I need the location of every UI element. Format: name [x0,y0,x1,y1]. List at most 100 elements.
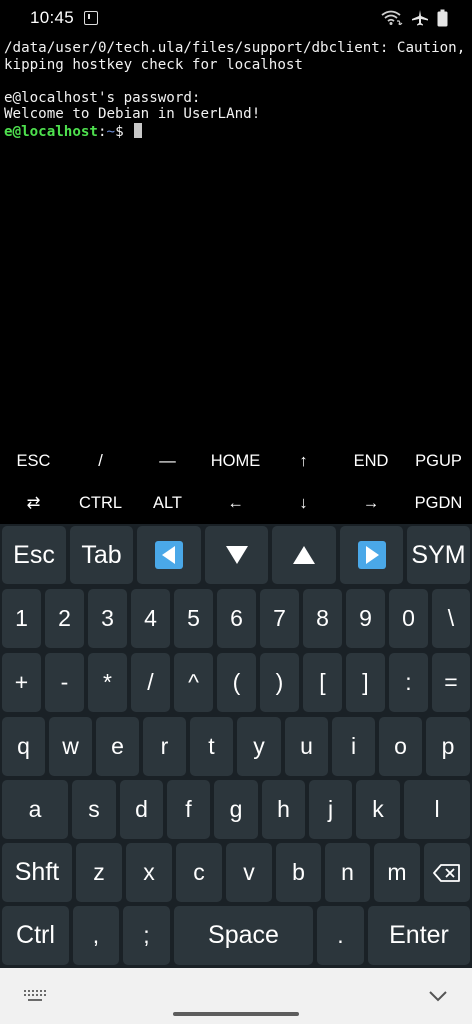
status-time: 10:45 [30,8,75,27]
key-esc[interactable]: Esc [2,526,66,584]
key-k[interactable]: k [356,780,400,839]
arrow-right-icon [357,541,386,569]
key-6[interactable]: 6 [217,589,256,648]
key-3[interactable]: 3 [88,589,127,648]
prompt-colon: : [97,123,107,140]
terminal-output[interactable]: /data/user/0/tech.ula/files/support/dbcl… [0,36,472,440]
key-y[interactable]: y [237,717,281,776]
key-n[interactable]: n [325,843,370,902]
key-enter[interactable]: Enter [368,906,470,965]
extra-key-toggle-keyboard[interactable]: ⇄ [0,482,67,524]
navigation-bar [0,968,472,1024]
key-g[interactable]: g [214,780,258,839]
key-z[interactable]: z [76,843,122,902]
keyboard-switch-icon[interactable] [24,990,46,1004]
key-tab[interactable]: Tab [70,526,133,584]
key-1[interactable]: 1 [2,589,41,648]
extra-key-pgup[interactable]: PGUP [405,440,472,482]
key-w[interactable]: w [49,717,92,776]
prompt-user-host: e@localhost [4,123,98,140]
key-h[interactable]: h [262,780,305,839]
notification-icon [84,11,99,25]
key-q[interactable]: q [2,717,45,776]
terminal-line: kipping hostkey check for localhost [4,56,303,73]
extra-key-right[interactable]: → [337,482,405,524]
key-paren-close[interactable]: ) [260,653,299,712]
key-bracket-close[interactable]: ] [346,653,385,712]
arrow-down-icon [225,546,248,564]
key-asterisk[interactable]: * [88,653,127,712]
prompt-symbol: $ [115,123,133,140]
key-colon[interactable]: : [389,653,428,712]
wifi-calling-icon [381,10,403,26]
key-t[interactable]: t [190,717,233,776]
key-u[interactable]: u [285,717,328,776]
key-b[interactable]: b [276,843,321,902]
key-backspace[interactable] [424,843,470,902]
key-arrow-down[interactable] [205,526,268,584]
key-5[interactable]: 5 [174,589,213,648]
extra-key-home[interactable]: HOME [201,440,270,482]
key-sym[interactable]: SYM [407,526,470,584]
key-r[interactable]: r [143,717,186,776]
key-o[interactable]: o [379,717,422,776]
key-m[interactable]: m [374,843,420,902]
key-paren-open[interactable]: ( [217,653,256,712]
extra-key-ctrl[interactable]: CTRL [67,482,134,524]
extra-key-left[interactable]: ← [201,482,270,524]
key-semicolon[interactable]: ; [123,906,170,965]
terminal-line: Welcome to Debian in UserLAnd! [4,106,261,122]
arrow-left-icon [155,541,183,569]
terminal-line: e@localhost's password: [4,89,201,106]
key-4[interactable]: 4 [131,589,170,648]
extra-key-pgdn[interactable]: PGDN [405,482,472,524]
battery-icon [437,9,448,27]
key-arrow-right[interactable] [340,526,403,584]
extra-key-esc[interactable]: ESC [0,440,67,482]
key-p[interactable]: p [426,717,470,776]
key-space[interactable]: Space [174,906,313,965]
key-x[interactable]: x [126,843,172,902]
key-d[interactable]: d [120,780,163,839]
key-period[interactable]: . [317,906,364,965]
extra-key-slash[interactable]: / [67,440,134,482]
key-ctrl[interactable]: Ctrl [2,906,69,965]
terminal-cursor [134,122,143,138]
chevron-down-icon[interactable] [428,990,448,1002]
key-8[interactable]: 8 [303,589,342,648]
key-i[interactable]: i [332,717,375,776]
key-j[interactable]: j [309,780,352,839]
key-l[interactable]: l [404,780,470,839]
key-bracket-open[interactable]: [ [303,653,342,712]
key-caret[interactable]: ^ [174,653,213,712]
extra-key-end[interactable]: END [337,440,405,482]
key-shift[interactable]: Shft [2,843,72,902]
key-2[interactable]: 2 [45,589,84,648]
key-backslash[interactable]: \ [432,589,470,648]
gesture-handle[interactable] [173,1012,299,1016]
key-e[interactable]: e [96,717,139,776]
key-7[interactable]: 7 [260,589,299,648]
key-v[interactable]: v [226,843,272,902]
key-arrow-up[interactable] [272,526,336,584]
key-9[interactable]: 9 [346,589,385,648]
key-minus[interactable]: - [45,653,84,712]
extra-key-up[interactable]: ↑ [270,440,337,482]
key-s[interactable]: s [72,780,116,839]
key-a[interactable]: a [2,780,68,839]
key-0[interactable]: 0 [389,589,428,648]
key-arrow-left[interactable] [137,526,201,584]
terminal-line: /data/user/0/tech.ula/files/support/dbcl… [4,40,472,56]
key-comma[interactable]: , [73,906,119,965]
key-c[interactable]: c [176,843,222,902]
key-slash[interactable]: / [131,653,170,712]
key-plus[interactable]: + [2,653,41,712]
extra-key-down[interactable]: ↓ [270,482,337,524]
terminal-prompt-line[interactable]: e@localhost:~$ [4,122,468,140]
extra-key-alt[interactable]: ALT [134,482,201,524]
key-f[interactable]: f [167,780,210,839]
prompt-path: ~ [106,123,116,140]
extra-key-dash[interactable]: — [134,440,201,482]
key-equals[interactable]: = [432,653,470,712]
